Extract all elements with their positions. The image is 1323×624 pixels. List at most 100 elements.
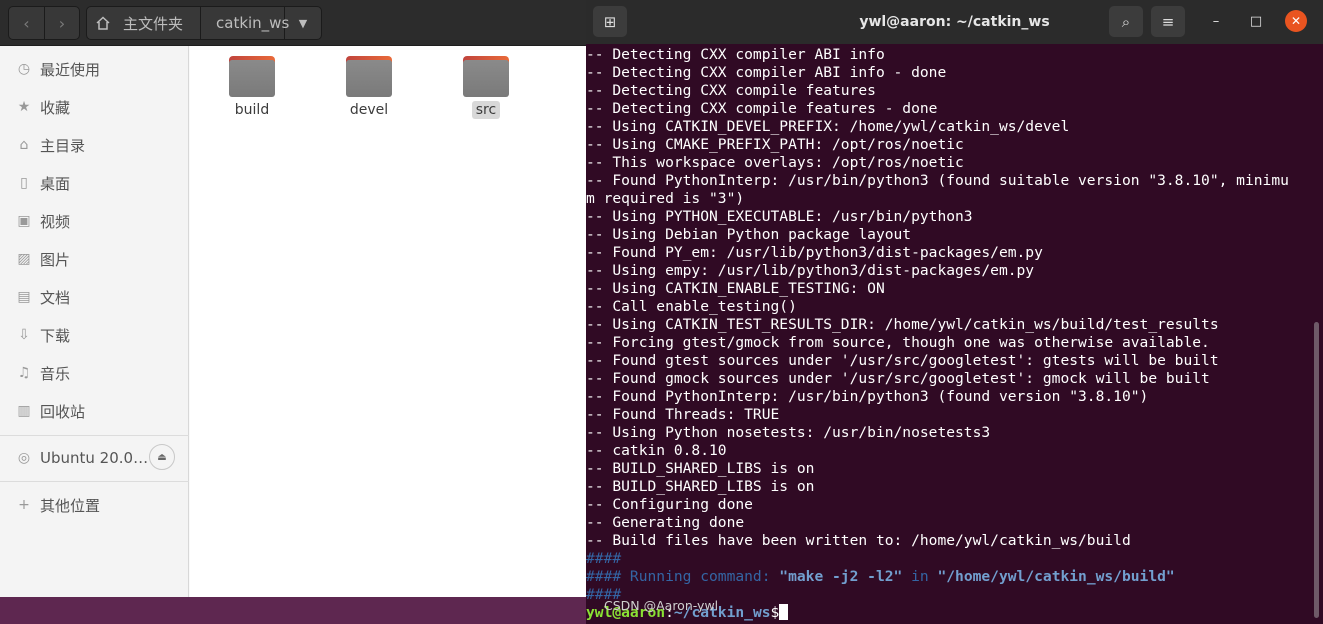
sidebar-item-pictures[interactable]: ▨ 图片 — [0, 240, 189, 278]
scrollbar[interactable] — [1314, 322, 1319, 618]
output-line: -- Found Threads: TRUE — [586, 406, 780, 423]
path-dropdown-button[interactable]: ▼ — [285, 7, 321, 39]
breadcrumb-current-label: catkin_ws — [216, 14, 290, 32]
sidebar-item-recent[interactable]: ◷ 最近使用 — [0, 50, 189, 88]
output-line: -- Detecting CXX compile features — [586, 82, 876, 99]
watermark: CSDN @Aaron-ywl — [604, 598, 719, 613]
output-line: -- Forcing gtest/gmock from source, thou… — [586, 334, 1210, 351]
sidebar-item-drive[interactable]: ◎ Ubuntu 20.0… ⏏ — [0, 439, 189, 477]
new-tab-icon: ⊞ — [603, 12, 617, 31]
sidebar: ◷ 最近使用 ★ 收藏 ⌂ 主目录 ▯ 桌面 ▣ 视频 ▨ 图片 ▤ 文档 ⇩ 下载 ♫ 音乐 ▥… — [0, 46, 189, 597]
maximize-button[interactable]: □ — [1245, 10, 1267, 32]
output-line: -- Configuring done — [586, 496, 753, 513]
folder-icon — [346, 56, 392, 97]
output-line: -- Call enable_testing() — [586, 298, 797, 315]
output-line: -- BUILD_SHARED_LIBS is on — [586, 460, 815, 477]
close-icon: ✕ — [1290, 14, 1302, 28]
disc-icon: ◎ — [17, 450, 31, 466]
sidebar-item-desktop[interactable]: ▯ 桌面 — [0, 164, 189, 202]
breadcrumb-current[interactable]: catkin_ws — [201, 7, 289, 39]
folder-devel[interactable]: devel — [329, 56, 409, 119]
sidebar-item-label: 视频 — [40, 212, 71, 231]
output-line: -- Using CATKIN_DEVEL_PREFIX: /home/ywl/… — [586, 118, 1070, 135]
output-line: -- Found PY_em: /usr/lib/python3/dist-pa… — [586, 244, 1043, 261]
output-line: m required is "3") — [586, 190, 745, 207]
download-icon: ⇩ — [18, 327, 30, 343]
running-prefix: #### Running command: — [586, 568, 780, 585]
sidebar-item-downloads[interactable]: ⇩ 下载 — [0, 316, 189, 354]
output-line: -- Found gmock sources under '/usr/src/g… — [586, 370, 1210, 387]
chevron-right-icon: › — [58, 13, 66, 33]
new-tab-button[interactable]: ⊞ — [593, 6, 627, 37]
sidebar-item-label: Ubuntu 20.0… — [40, 449, 149, 467]
minimize-button[interactable]: – — [1205, 10, 1227, 32]
output-lines: -- Detecting CXX compiler ABI info -- Det… — [586, 46, 1306, 550]
desktop-icon: ▯ — [20, 175, 28, 191]
output-line: -- Detecting CXX compiler ABI info - don… — [586, 64, 947, 81]
prompt-symbol: $ — [770, 604, 780, 621]
running-directory: "/home/ywl/catkin_ws/build" — [937, 568, 1175, 585]
sidebar-item-starred[interactable]: ★ 收藏 — [0, 88, 189, 126]
output-line: -- Using Python nosetests: /usr/bin/nose… — [586, 424, 991, 441]
sidebar-divider — [0, 435, 189, 436]
sidebar-item-home[interactable]: ⌂ 主目录 — [0, 126, 189, 164]
output-line: -- Using Debian Python package layout — [586, 226, 912, 243]
breadcrumb-home-label: 主文件夹 — [123, 14, 184, 33]
folder-src[interactable]: src — [446, 56, 526, 119]
sidebar-item-label: 桌面 — [40, 174, 71, 193]
recent-icon: ◷ — [17, 61, 31, 77]
star-icon: ★ — [17, 99, 31, 115]
nav-buttons: ‹ › — [8, 6, 80, 40]
output-line: #### — [586, 550, 622, 567]
terminal-header: ⊞ ywl@aaron: ~/catkin_ws ⌕ ≡ – □ ✕ — [586, 0, 1323, 44]
eject-button[interactable]: ⏏ — [149, 444, 175, 470]
trash-icon: ▥ — [17, 403, 31, 419]
output-line: -- Using CMAKE_PREFIX_PATH: /opt/ros/noe… — [586, 136, 964, 153]
folder-icon — [463, 56, 509, 97]
sidebar-item-trash[interactable]: ▥ 回收站 — [0, 392, 189, 430]
terminal-window: ⊞ ywl@aaron: ~/catkin_ws ⌕ ≡ – □ ✕ -- De… — [586, 0, 1323, 624]
home-icon: ⌂ — [19, 137, 29, 153]
output-line: -- catkin 0.8.10 — [586, 442, 727, 459]
maximize-icon: □ — [1249, 13, 1263, 29]
output-line: -- Using CATKIN_TEST_RESULTS_DIR: /home/… — [586, 316, 1219, 333]
file-manager-window: ‹ › 主文件夹 catkin_ws ▼ ◷ 最近使用 ★ 收藏 ⌂ 主目录 ▯ 桌面 … — [0, 0, 587, 597]
output-line: -- Using CATKIN_ENABLE_TESTING: ON — [586, 280, 885, 297]
breadcrumb-home[interactable]: 主文件夹 — [87, 7, 201, 39]
menu-button[interactable]: ≡ — [1151, 6, 1185, 37]
output-line: -- Build files have been written to: /ho… — [586, 532, 1131, 549]
sidebar-item-label: 最近使用 — [40, 60, 101, 79]
path-bar: 主文件夹 catkin_ws ▼ — [86, 6, 322, 40]
output-line: #### Running command: "make -j2 -l2" in … — [586, 568, 1306, 586]
sidebar-item-videos[interactable]: ▣ 视频 — [0, 202, 189, 240]
minimize-icon: – — [1212, 13, 1220, 29]
document-icon: ▤ — [17, 289, 31, 305]
output-line: -- Detecting CXX compiler ABI info — [586, 46, 885, 63]
search-icon: ⌕ — [1121, 12, 1131, 31]
folder-build[interactable]: build — [212, 56, 292, 119]
output-line: -- BUILD_SHARED_LIBS is on — [586, 478, 815, 495]
file-name: build — [234, 102, 270, 118]
music-icon: ♫ — [17, 365, 31, 381]
forward-button[interactable]: › — [44, 7, 79, 39]
back-button[interactable]: ‹ — [9, 7, 44, 39]
search-button[interactable]: ⌕ — [1109, 6, 1143, 37]
sidebar-item-music[interactable]: ♫ 音乐 — [0, 354, 189, 392]
running-command: "make -j2 -l2" — [779, 568, 903, 585]
eject-icon: ⏏ — [157, 451, 167, 463]
output-line: -- Found PythonInterp: /usr/bin/python3 … — [586, 388, 1149, 405]
sidebar-item-other-locations[interactable]: + 其他位置 — [0, 486, 189, 524]
running-in: in — [902, 568, 938, 585]
terminal-output[interactable]: -- Detecting CXX compiler ABI info -- Det… — [586, 46, 1306, 624]
file-view: build devel src — [190, 46, 587, 597]
sidebar-item-label: 音乐 — [40, 364, 71, 383]
file-name: devel — [349, 102, 389, 118]
sidebar-item-documents[interactable]: ▤ 文档 — [0, 278, 189, 316]
close-button[interactable]: ✕ — [1285, 10, 1307, 32]
menu-icon: ≡ — [1161, 12, 1175, 31]
sidebar-divider — [0, 481, 189, 482]
sidebar-item-label: 回收站 — [40, 402, 86, 421]
file-name: src — [471, 101, 501, 119]
output-line: -- Using PYTHON_EXECUTABLE: /usr/bin/pyt… — [586, 208, 973, 225]
home-icon — [96, 16, 110, 30]
